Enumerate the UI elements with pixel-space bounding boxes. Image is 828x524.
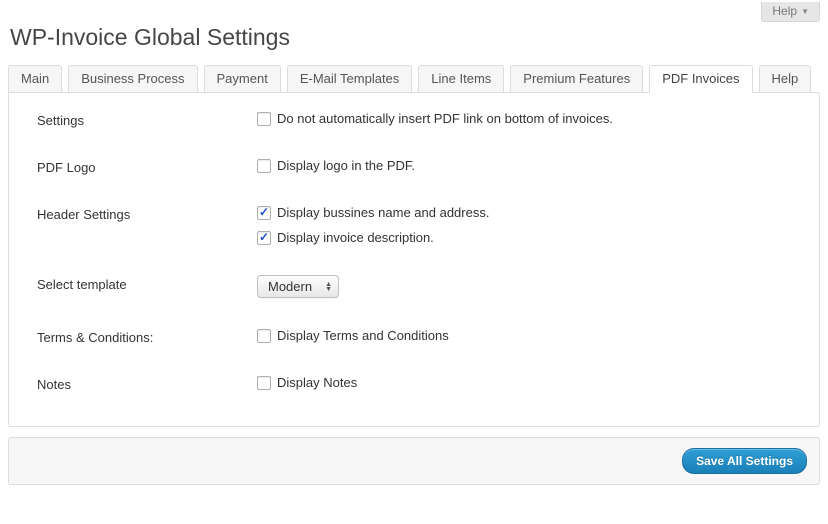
- template-select-value: Modern: [268, 279, 312, 294]
- checkbox-label: Display bussines name and address.: [277, 205, 489, 220]
- tab-line-items[interactable]: Line Items: [418, 65, 504, 93]
- save-all-settings-button[interactable]: Save All Settings: [682, 448, 807, 474]
- select-arrows-icon: ▲▼: [325, 282, 332, 292]
- section-title-select-template: Select template: [37, 275, 257, 292]
- checkbox-label: Display invoice description.: [277, 230, 434, 245]
- checkbox-label: Display Terms and Conditions: [277, 328, 449, 343]
- checkbox-display-logo[interactable]: [257, 159, 271, 173]
- tab-e-mail-templates[interactable]: E-Mail Templates: [287, 65, 412, 93]
- tab-pdf-invoices[interactable]: PDF Invoices: [649, 65, 752, 93]
- section-title-notes: Notes: [37, 375, 257, 392]
- section-title-terms: Terms & Conditions:: [37, 328, 257, 345]
- screen-help-label: Help: [772, 4, 797, 18]
- tab-premium-features[interactable]: Premium Features: [510, 65, 643, 93]
- tab-help[interactable]: Help: [759, 65, 812, 93]
- checkbox-display-notes[interactable]: [257, 376, 271, 390]
- checkbox-display-business-name[interactable]: [257, 206, 271, 220]
- checkbox-label: Display logo in the PDF.: [277, 158, 415, 173]
- screen-help-toggle[interactable]: Help ▼: [761, 2, 820, 22]
- section-title-pdf-logo: PDF Logo: [37, 158, 257, 175]
- checkbox-label: Display Notes: [277, 375, 357, 390]
- section-title-header-settings: Header Settings: [37, 205, 257, 222]
- template-select[interactable]: Modern ▲▼: [257, 275, 339, 298]
- tab-business-process[interactable]: Business Process: [68, 65, 197, 93]
- section-title-settings: Settings: [37, 111, 257, 128]
- checkbox-display-terms[interactable]: [257, 329, 271, 343]
- settings-panel: Settings Do not automatically insert PDF…: [8, 92, 820, 427]
- footer-bar: Save All Settings: [8, 437, 820, 485]
- chevron-down-icon: ▼: [801, 7, 809, 16]
- tabs-list: MainBusiness ProcessPaymentE-Mail Templa…: [8, 65, 820, 93]
- page-title: WP-Invoice Global Settings: [10, 24, 820, 51]
- tab-main[interactable]: Main: [8, 65, 62, 93]
- checkbox-display-invoice-description[interactable]: [257, 231, 271, 245]
- tab-payment[interactable]: Payment: [204, 65, 281, 93]
- checkbox-label: Do not automatically insert PDF link on …: [277, 111, 613, 126]
- checkbox-no-auto-pdf-link[interactable]: [257, 112, 271, 126]
